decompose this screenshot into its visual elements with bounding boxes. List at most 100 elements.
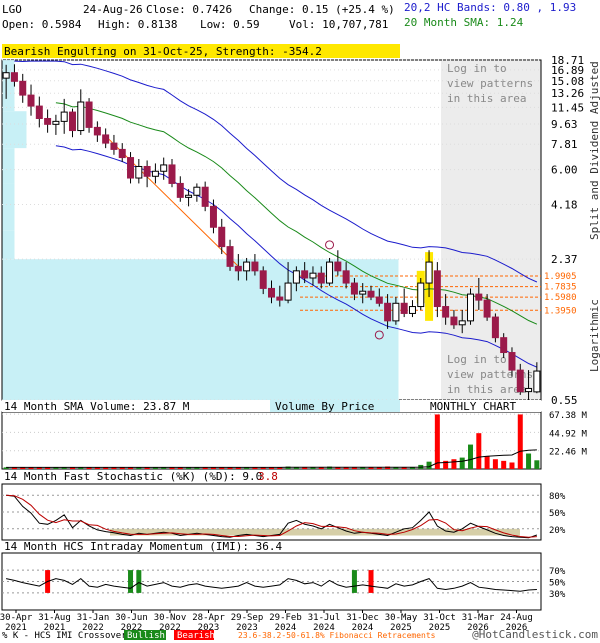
login-text-top: Log in to [447,62,507,75]
imi-crossover-marker [128,570,134,593]
volume-tick-label: 44.92 M [549,429,588,439]
candle-body [218,226,226,248]
candle-body [201,186,209,207]
candle-body [127,157,135,179]
volume-bar [459,457,465,469]
x-tick-label: 30-May [385,613,418,623]
change-label: Change: 0.15 (+25.4 %) [249,3,395,16]
high-label: High: 0.8138 [98,18,177,31]
candle-body [243,261,251,272]
vbp-bar [2,183,15,231]
candle-body [525,387,533,393]
volume-bar [534,460,540,469]
imi-tick-label: 50% [549,579,566,589]
hc-bands-label: 20,2 HC Bands: 0.80 , 1.93 [404,1,576,14]
candle-body [77,101,85,132]
x-tick-label: 31-Dec [346,613,379,623]
vbp-bar [2,259,399,400]
imi-tick-label: 70% [549,567,566,577]
volume-label: Vol: 10,707,781 [289,18,388,31]
candle-body [301,270,309,279]
vbp-bar [2,111,27,149]
volume-bar [492,459,498,469]
candle-body [475,293,483,301]
fib-label: 1.7835 [544,283,577,293]
price-tick-label: 9.63 [551,118,578,131]
close-label: Close: 0.7426 [146,3,232,16]
fib-label: 1.5980 [544,293,577,303]
candle-body [251,261,259,272]
candle-body [467,293,475,322]
candle-body [93,126,101,136]
candle-body [408,306,416,314]
price-tick-label: 2.37 [551,253,578,266]
x-tick-label: 31-Jul [308,613,341,623]
volume-bar [517,414,523,469]
candle-body [417,282,425,308]
volume-bar [476,433,482,469]
candle-body [176,182,184,198]
candle-body [259,270,267,289]
symbol-label: LGO [2,3,22,16]
candle-body [68,111,76,132]
candle-body [226,246,234,267]
candle-body [135,165,143,179]
stoch-tick-label: 50% [549,509,566,519]
x-tick-label: 29-Feb [269,613,302,623]
volume-bar [468,444,474,469]
axis-label-log: Logarithmic [588,299,600,372]
open-label: Open: 0.5984 [2,18,82,31]
login-text-bottom: Log in to [447,353,507,366]
candle-body [276,296,284,301]
candle-body [151,170,159,177]
candle-body [425,261,433,284]
login-text-bottom: in this area [447,383,526,396]
volume-bar [526,453,532,469]
candle-body [516,369,524,393]
candle-body [143,165,151,177]
candle-body [44,117,52,125]
volume-tick-label: 22.46 M [549,448,588,458]
candle-body [483,299,491,318]
candle-body [392,302,400,322]
candle-body [384,302,392,322]
login-area [441,61,541,399]
candle-body [85,101,93,128]
x-tick-label: 29-Sep [231,613,264,623]
volume-bar [484,455,490,469]
x-tick-label: 31-Oct [423,613,456,623]
chart-root: LGO 24-Aug-26 Close: 0.7426 Change: 0.15 (+… [0,0,600,643]
price-tick-label: 11.45 [551,101,584,114]
imi-tick-label: 30% [549,590,566,600]
fib-label: 1.9905 [544,272,577,282]
candle-body [234,265,242,272]
imi-crossover-marker [351,570,357,593]
volume-bar [426,461,432,469]
sma20-label: 20 Month SMA: 1.24 [404,16,524,29]
candle-body [2,72,10,79]
pattern-banner-text: Bearish Engulfing on 31-Oct-25, Strength… [4,45,322,58]
vbp-bar [2,91,15,112]
x-tick-label: 28-Apr [192,613,225,623]
imi-crossover-marker [136,570,142,593]
axis-label-adjusted: Split and Dividend Adjusted [588,61,600,240]
bearish-label: Bearish [177,631,215,640]
volume-panel-label: 14 Month SMA Volume: 23.87 M [4,400,190,413]
volume-bar [501,460,507,469]
volume-tick-label: 67.38 M [549,411,588,421]
login-text-top: view patterns [447,77,533,90]
candle-body [27,94,35,107]
volume-bar [434,414,440,469]
x-tick-label: 24-Aug [500,613,533,623]
x-tick-label: 31-Aug [38,613,71,623]
candle-body [193,186,201,196]
candle-body [118,148,126,159]
candle-body [375,296,383,304]
candle-body [500,337,508,354]
candle-body [400,302,408,314]
candle-body [284,282,292,301]
credit: @HotCandlestick.com [472,628,598,640]
price-tick-label: 13.26 [551,87,584,100]
imi-crossover-marker [368,570,374,593]
price-tick-label: 0.55 [551,394,578,407]
